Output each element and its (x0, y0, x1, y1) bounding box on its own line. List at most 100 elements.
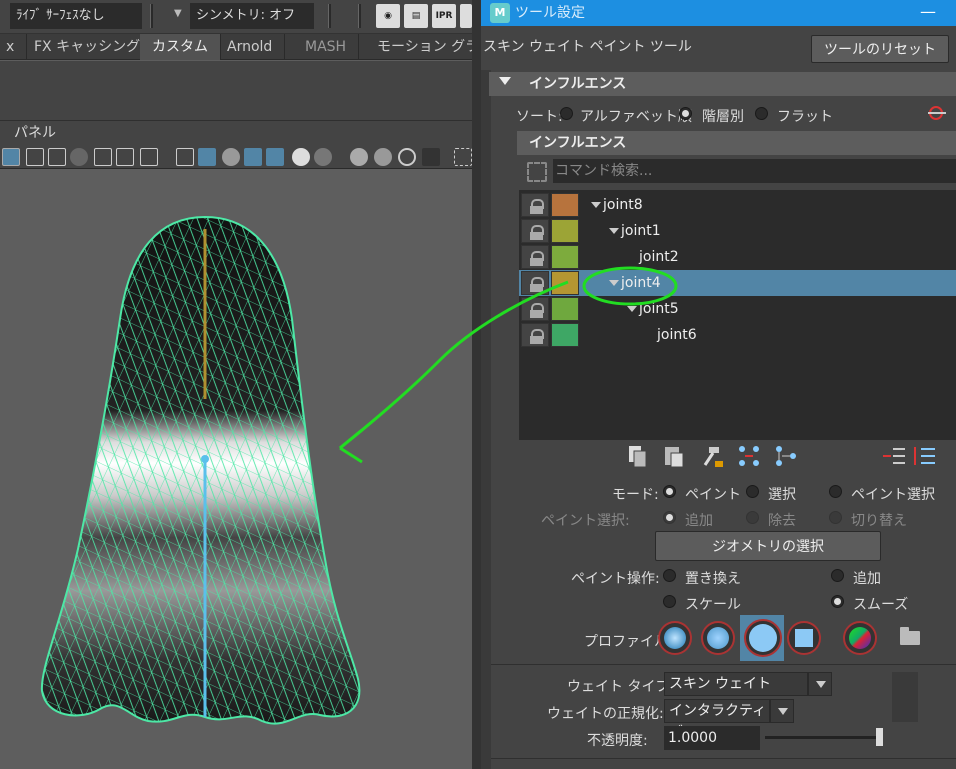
paint-select-add-radio[interactable] (663, 511, 676, 524)
show-influences-icon[interactable] (773, 443, 799, 469)
tab-mash[interactable]: MASH (293, 34, 360, 60)
expand-arrow-icon[interactable] (609, 228, 619, 234)
remove-influence-icon[interactable] (881, 443, 907, 469)
lock-icon[interactable] (521, 297, 549, 321)
lock-icon[interactable] (521, 193, 549, 217)
motion-blur-icon[interactable] (374, 148, 392, 166)
panel-menu[interactable]: パネル (0, 121, 472, 145)
copy-weights-icon[interactable] (625, 443, 651, 469)
influence-row-joint1[interactable]: joint1 (519, 218, 956, 244)
square-brush-icon[interactable] (787, 621, 821, 655)
grid-icon[interactable] (2, 148, 20, 166)
panel-splitter[interactable] (472, 0, 481, 769)
symmetry-field[interactable]: シンメトリ: オフ (190, 3, 314, 29)
sort-alphabetical-radio[interactable] (560, 107, 573, 120)
expand-arrow-icon[interactable] (627, 306, 637, 312)
isolate-select-icon[interactable] (454, 148, 472, 166)
safe-action-icon[interactable] (116, 148, 134, 166)
influence-row-joint6[interactable]: joint6 (519, 322, 956, 348)
paint-op-replace-radio[interactable] (663, 569, 676, 582)
mode-paint-select-radio[interactable] (829, 485, 842, 498)
smooth-shade-icon[interactable] (198, 148, 216, 166)
tab-custom[interactable]: カスタム (140, 34, 221, 60)
render-view-icon[interactable]: ◉ (376, 4, 400, 28)
depth-of-field-icon[interactable] (422, 148, 440, 166)
expand-arrow-icon[interactable] (609, 280, 619, 286)
resolution-gate-icon[interactable] (48, 148, 66, 166)
render-frame-icon[interactable]: ▤ (404, 4, 428, 28)
tab-fx-caching[interactable]: FX キャッシング (22, 34, 154, 60)
influence-color-swatch[interactable] (551, 297, 579, 321)
normalize-weights-dropdown[interactable]: インタラクティブ (664, 699, 770, 741)
weight-type-dropdown[interactable]: スキン ウェイト (664, 672, 808, 696)
folder-icon[interactable] (900, 627, 920, 645)
paint-op-smooth-radio[interactable] (831, 595, 844, 608)
default-material-icon[interactable] (222, 148, 240, 166)
shadows-icon[interactable] (314, 148, 332, 166)
paint-select-remove-radio[interactable] (746, 511, 759, 524)
soft-brush-icon[interactable] (701, 621, 735, 655)
move-weights-icon[interactable] (736, 443, 762, 469)
anti-aliasing-icon[interactable] (398, 148, 416, 166)
lock-icon[interactable] (521, 271, 549, 295)
wireframe-on-shaded-icon[interactable] (244, 148, 262, 166)
lighting-icon[interactable] (292, 148, 310, 166)
sort-flat-radio[interactable] (755, 107, 768, 120)
field-chart-icon[interactable] (94, 148, 112, 166)
filter-icon[interactable] (527, 162, 547, 182)
opacity-input[interactable]: 1.0000 (664, 726, 760, 750)
influence-row-joint4[interactable]: joint4 (519, 270, 956, 296)
weight-hammer-icon[interactable] (699, 443, 725, 469)
ghost-mesh[interactable] (0, 169, 472, 769)
influence-row-joint8[interactable]: joint8 (519, 192, 956, 218)
chevron-down-icon[interactable] (770, 699, 794, 723)
opacity-slider-track[interactable] (765, 736, 881, 739)
left-scrollbar[interactable] (481, 70, 491, 769)
reset-tool-button[interactable]: ツールのリセット (811, 35, 949, 63)
lock-icon[interactable] (521, 245, 549, 269)
influence-color-swatch[interactable] (551, 271, 579, 295)
mode-paint-radio[interactable] (663, 485, 676, 498)
lock-icon[interactable] (521, 219, 549, 243)
render-settings-icon[interactable] (460, 4, 472, 28)
influence-row-joint5[interactable]: joint5 (519, 296, 956, 322)
expand-arrow-icon[interactable] (591, 202, 601, 208)
influence-color-swatch[interactable] (551, 245, 579, 269)
wireframe-icon[interactable] (176, 148, 194, 166)
influence-color-swatch[interactable] (551, 219, 579, 243)
mode-select-radio[interactable] (746, 485, 759, 498)
influence-section-header[interactable]: インフルエンス (489, 72, 956, 96)
add-influence-icon[interactable] (911, 443, 937, 469)
search-input[interactable]: コマンド検索... (553, 159, 956, 183)
influence-color-swatch[interactable] (551, 323, 579, 347)
textured-icon[interactable] (266, 148, 284, 166)
sort-hierarchy-radio[interactable] (679, 107, 692, 120)
paint-op-scale-radio[interactable] (663, 595, 676, 608)
texture-brush-icon[interactable] (843, 621, 877, 655)
safe-title-icon[interactable] (140, 148, 158, 166)
paint-op-add-radio[interactable] (831, 569, 844, 582)
paste-weights-icon[interactable] (661, 443, 687, 469)
symmetry-dropdown-icon[interactable]: ▼ (174, 8, 182, 19)
minimize-icon[interactable]: — (920, 2, 936, 21)
solid-brush-icon[interactable] (744, 619, 782, 657)
live-surface-field[interactable]: ﾗｲﾌﾞ ｻｰﾌｪｽなし (10, 3, 142, 29)
opacity-slider-handle[interactable] (876, 728, 883, 746)
influence-color-swatch[interactable] (551, 193, 579, 217)
select-geometry-button[interactable]: ジオメトリの選択 (655, 531, 881, 561)
ipr-render-icon[interactable]: IPR (432, 4, 456, 28)
3d-viewport[interactable] (0, 169, 472, 769)
paint-select-toggle-radio[interactable] (829, 511, 842, 524)
gaussian-brush-icon[interactable] (658, 621, 692, 655)
screen-space-ao-icon[interactable] (350, 148, 368, 166)
refresh-icon[interactable] (926, 104, 948, 122)
film-gate-icon[interactable] (26, 148, 44, 166)
influence-row-joint2[interactable]: joint2 (519, 244, 956, 270)
gate-mask-icon[interactable] (70, 148, 88, 166)
mode-select-label: 選択 (768, 487, 796, 503)
lock-icon[interactable] (521, 323, 549, 347)
tab-motion-graphics[interactable]: モーション グラフィ (365, 34, 472, 60)
tab-arnold[interactable]: Arnold (215, 34, 286, 60)
influence-name: joint1 (621, 223, 661, 239)
chevron-down-icon[interactable] (808, 672, 832, 696)
